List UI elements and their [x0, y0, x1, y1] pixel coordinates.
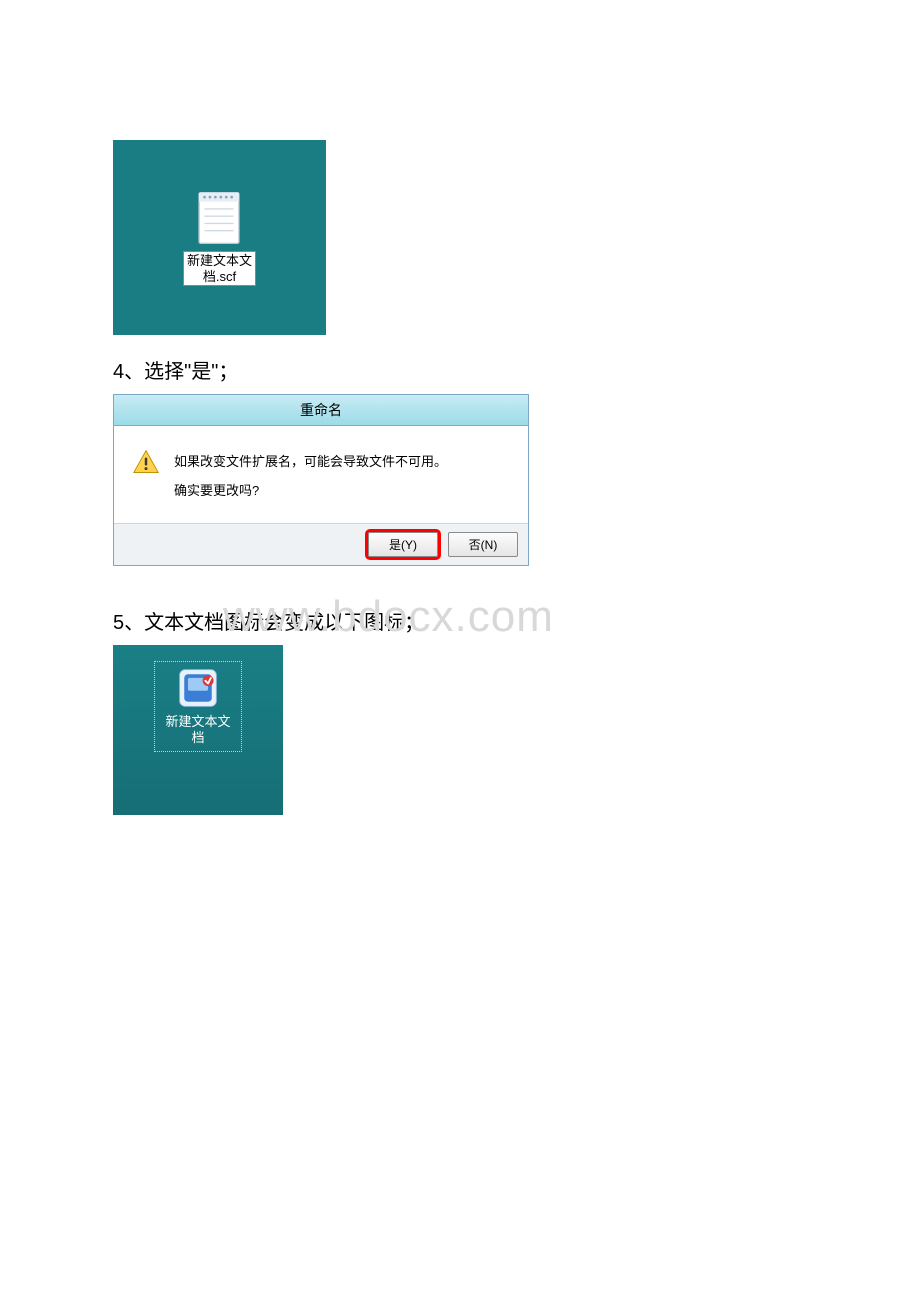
file-label-line2: 档.scf [187, 269, 252, 285]
text-file-icon [190, 189, 248, 247]
dialog-message: 如果改变文件扩展名，可能会导致文件不可用。 确实要更改吗? [174, 448, 447, 505]
desktop-screenshot-1: 新建文本文 档.scf [113, 140, 326, 335]
file-label-line1: 新建文本文 [187, 253, 252, 269]
file-label: 新建文本文 档.scf [183, 251, 256, 286]
dialog-footer: 是(Y) 否(N) [114, 523, 528, 565]
desktop-screenshot-2: 新建文本文 档 [113, 645, 283, 815]
scf-file-icon [176, 666, 220, 710]
no-button[interactable]: 否(N) [448, 532, 518, 557]
scf-label-line2: 档 [165, 730, 230, 746]
file-item-scf[interactable]: 新建文本文 档 [154, 661, 241, 752]
dialog-body: 如果改变文件扩展名，可能会导致文件不可用。 确实要更改吗? [114, 426, 528, 523]
warning-icon [132, 448, 160, 476]
yes-button[interactable]: 是(Y) [368, 532, 438, 557]
step-5-text: 5、文本文档图标会变成以下图标； [113, 606, 920, 635]
rename-dialog: 重命名 如果改变文件扩展名，可能会导致文件不可用。 确实要更改吗? 是(Y) 否… [113, 394, 529, 566]
file-item[interactable]: 新建文本文 档.scf [183, 189, 256, 286]
step-4-text: 4、选择"是"； [113, 355, 920, 384]
dialog-line2: 确实要更改吗? [174, 477, 447, 506]
dialog-title: 重命名 [114, 395, 528, 426]
scf-file-label: 新建文本文 档 [165, 714, 230, 745]
scf-label-line1: 新建文本文 [165, 714, 230, 730]
dialog-line1: 如果改变文件扩展名，可能会导致文件不可用。 [174, 448, 447, 477]
